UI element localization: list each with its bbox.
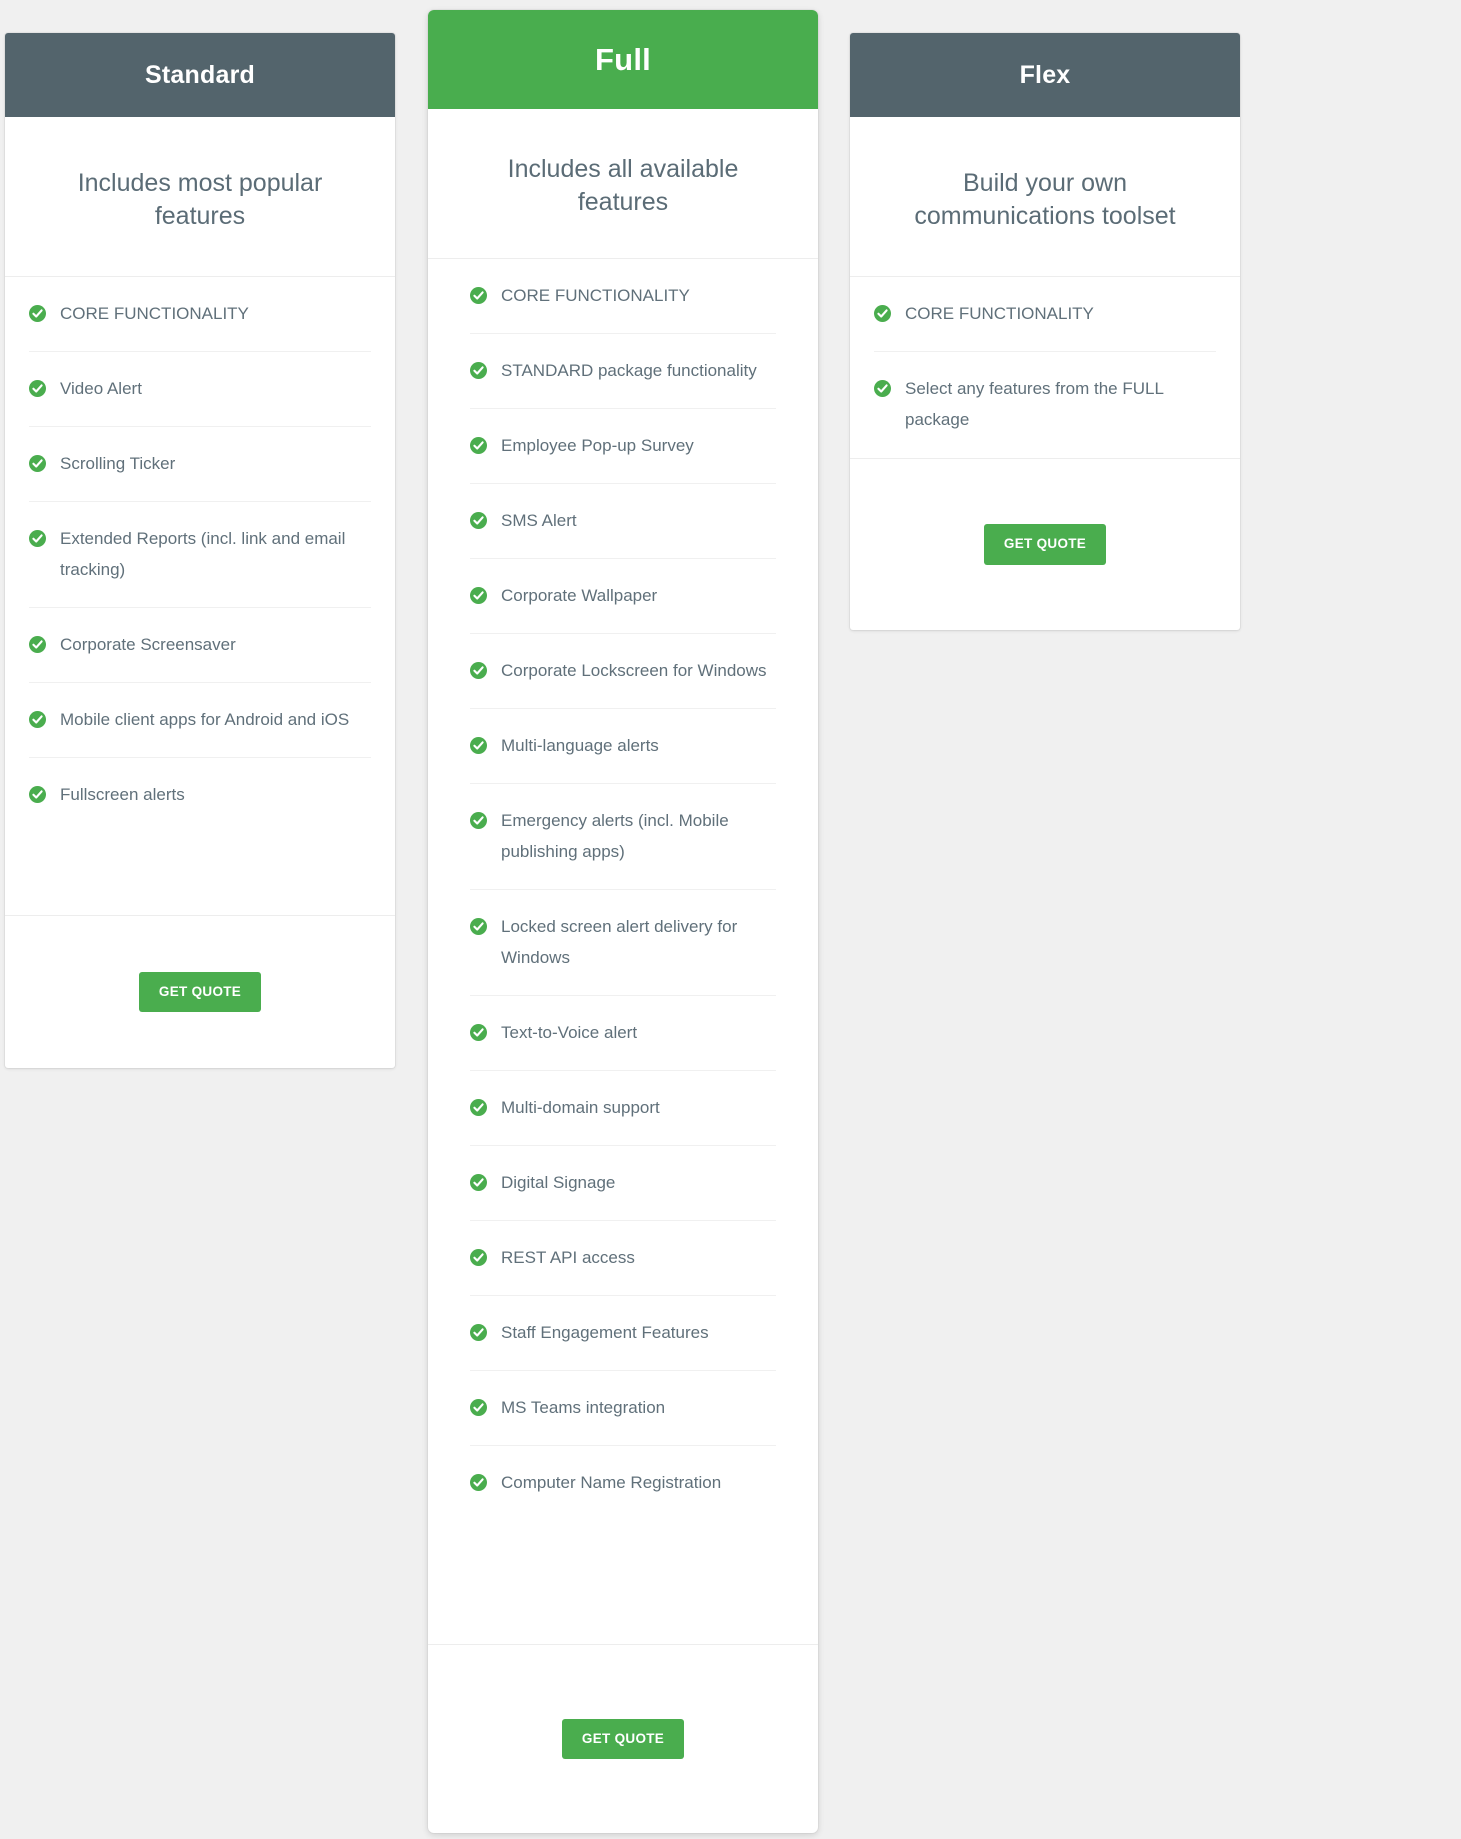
check-circle-icon [470,1249,487,1266]
plan-footer-flex: GET QUOTE [850,458,1240,630]
feature-label: Video Alert [60,379,142,398]
feature-label: Emergency alerts (incl. Mobile publishin… [501,811,729,861]
feature-item: CORE FUNCTIONALITY [470,259,776,334]
feature-item: Video Alert [29,352,371,427]
feature-item: MS Teams integration [470,1371,776,1446]
feature-item: Locked screen alert delivery for Windows [470,890,776,996]
feature-label: Text-to-Voice alert [501,1023,638,1042]
plan-footer-standard: GET QUOTE [5,915,395,1068]
check-circle-icon [29,786,46,803]
feature-label: REST API access [501,1248,635,1267]
feature-item: Emergency alerts (incl. Mobile publishin… [470,784,776,890]
feature-item: REST API access [470,1221,776,1296]
check-circle-icon [470,587,487,604]
feature-list-full: CORE FUNCTIONALITY STANDARD package funct… [428,259,818,1644]
feature-label: Corporate Screensaver [60,635,236,654]
feature-item: Computer Name Registration [470,1446,776,1520]
feature-list-standard: CORE FUNCTIONALITY Video Alert Scrolling T… [5,277,395,915]
pricing-card-standard: Standard Includes most popular features … [5,33,395,1068]
feature-item: Text-to-Voice alert [470,996,776,1071]
feature-label: Corporate Lockscreen for Windows [501,661,767,680]
feature-label: Locked screen alert delivery for Windows [501,917,738,967]
check-circle-icon [29,455,46,472]
plan-tagline-standard: Includes most popular features [5,117,395,277]
feature-label: CORE FUNCTIONALITY [60,304,249,323]
feature-item: CORE FUNCTIONALITY [874,277,1216,352]
feature-label: Multi-language alerts [501,736,659,755]
plan-title-flex: Flex [850,33,1240,117]
feature-label: Staff Engagement Features [501,1323,709,1342]
feature-label: Digital Signage [501,1173,616,1192]
pricing-card-flex: Flex Build your own communications tools… [850,33,1240,630]
check-circle-icon [29,711,46,728]
feature-label: MS Teams integration [501,1398,666,1417]
check-circle-icon [470,1324,487,1341]
feature-label: Mobile client apps for Android and iOS [60,710,350,729]
feature-item: Multi-language alerts [470,709,776,784]
feature-label: Extended Reports (incl. link and email t… [60,529,346,579]
feature-label: Corporate Wallpaper [501,586,658,605]
feature-label: Scrolling Ticker [60,454,176,473]
get-quote-button-full[interactable]: GET QUOTE [561,1718,685,1760]
check-circle-icon [874,305,891,322]
check-circle-icon [470,512,487,529]
feature-label: Fullscreen alerts [60,785,185,804]
feature-item: Mobile client apps for Android and iOS [29,683,371,758]
feature-item: Employee Pop-up Survey [470,409,776,484]
check-circle-icon [470,437,487,454]
feature-item: Select any features from the FULL packag… [874,352,1216,457]
plan-tagline-full: Includes all available features [428,109,818,259]
plan-title-standard: Standard [5,33,395,117]
feature-label: Computer Name Registration [501,1473,722,1492]
feature-label: Select any features from the FULL packag… [905,379,1164,429]
check-circle-icon [874,380,891,397]
check-circle-icon [470,1024,487,1041]
check-circle-icon [470,918,487,935]
feature-item: CORE FUNCTIONALITY [29,277,371,352]
check-circle-icon [470,1399,487,1416]
pricing-card-full: Full Includes all available features COR… [428,10,818,1833]
check-circle-icon [29,305,46,322]
feature-item: Fullscreen alerts [29,758,371,832]
check-circle-icon [29,530,46,547]
feature-item: Corporate Wallpaper [470,559,776,634]
feature-item: Staff Engagement Features [470,1296,776,1371]
plan-title-full: Full [428,10,818,109]
feature-label: Employee Pop-up Survey [501,436,694,455]
feature-label: CORE FUNCTIONALITY [501,286,690,305]
check-circle-icon [470,662,487,679]
pricing-plan-grid: Standard Includes most popular features … [0,0,1461,1839]
feature-item: Multi-domain support [470,1071,776,1146]
feature-item: Corporate Screensaver [29,608,371,683]
check-circle-icon [470,737,487,754]
feature-item: Extended Reports (incl. link and email t… [29,502,371,608]
feature-item: Scrolling Ticker [29,427,371,502]
check-circle-icon [29,636,46,653]
feature-label: Multi-domain support [501,1098,660,1117]
check-circle-icon [470,812,487,829]
feature-item: Corporate Lockscreen for Windows [470,634,776,709]
check-circle-icon [470,1099,487,1116]
plan-tagline-flex: Build your own communications toolset [850,117,1240,277]
get-quote-button-standard[interactable]: GET QUOTE [138,971,262,1013]
feature-item: STANDARD package functionality [470,334,776,409]
feature-label: SMS Alert [501,511,577,530]
plan-footer-full: GET QUOTE [428,1644,818,1833]
feature-label: STANDARD package functionality [501,361,757,380]
check-circle-icon [470,287,487,304]
check-circle-icon [470,362,487,379]
feature-label: CORE FUNCTIONALITY [905,304,1094,323]
feature-item: Digital Signage [470,1146,776,1221]
feature-item: SMS Alert [470,484,776,559]
get-quote-button-flex[interactable]: GET QUOTE [983,524,1107,565]
check-circle-icon [29,380,46,397]
check-circle-icon [470,1174,487,1191]
check-circle-icon [470,1474,487,1491]
feature-list-flex: CORE FUNCTIONALITY Select any features fr… [850,277,1240,458]
